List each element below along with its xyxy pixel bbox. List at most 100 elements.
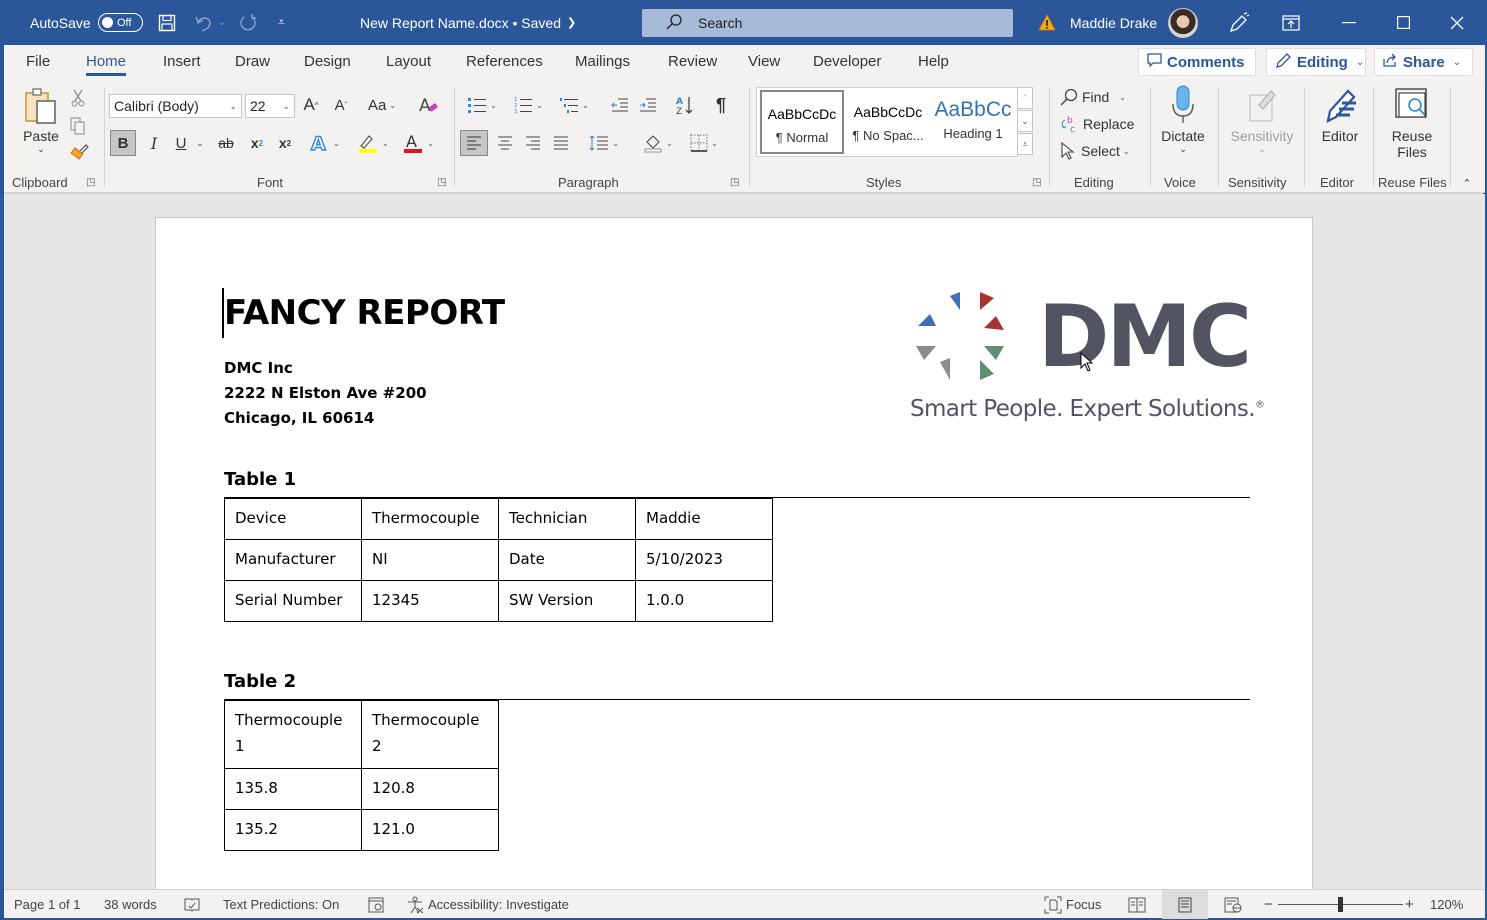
table-cell[interactable]: Manufacturer (224, 539, 362, 581)
copy-icon[interactable] (68, 115, 88, 137)
document-page[interactable]: FANCY REPORT DMC Inc 2222 N Elston Ave #… (155, 217, 1313, 889)
zoom-in-button[interactable]: + (1405, 890, 1414, 919)
table-cell[interactable]: Device (224, 498, 362, 540)
autosave-toggle[interactable]: Off (98, 0, 143, 45)
table2-title[interactable]: Table 2 (224, 671, 296, 692)
reuse-files-button[interactable]: Reuse Files (1380, 85, 1444, 160)
shading-button[interactable]: ⌄ (638, 130, 678, 156)
document-canvas[interactable]: FANCY REPORT DMC Inc 2222 N Elston Ave #… (4, 194, 1485, 889)
paragraph-launcher-icon[interactable]: ◳ (730, 177, 739, 188)
table-cell[interactable]: Thermocouple 2 (361, 700, 499, 769)
proofing-icon[interactable] (184, 890, 200, 919)
customize-qat-icon[interactable]: ⩡ (278, 0, 285, 45)
tab-draw[interactable]: Draw (235, 53, 270, 70)
style-heading-1[interactable]: AaBbCc Heading 1 (931, 90, 1015, 154)
decrease-indent-icon[interactable] (608, 93, 632, 117)
read-mode-icon[interactable] (1128, 890, 1146, 919)
page-count[interactable]: Page 1 of 1 (14, 890, 81, 919)
align-right-icon[interactable] (520, 130, 546, 156)
table2[interactable]: Thermocouple 1 Thermocouple 2 135.8 120.… (224, 700, 499, 851)
table-cell[interactable]: 1.0.0 (635, 580, 773, 622)
tab-insert[interactable]: Insert (163, 53, 201, 70)
redo-icon[interactable] (238, 0, 258, 45)
align-center-icon[interactable] (492, 130, 518, 156)
change-case-button[interactable]: Aa ⌄ (364, 93, 400, 117)
user-name[interactable]: Maddie Drake (1070, 0, 1157, 45)
warning-icon[interactable] (1038, 0, 1056, 45)
shrink-font-icon[interactable]: Aˇ (330, 93, 352, 117)
tab-references[interactable]: References (466, 53, 543, 70)
editor-button[interactable]: Editor (1312, 85, 1368, 144)
table-cell[interactable]: 120.8 (361, 768, 499, 810)
gallery-scroll-up-icon[interactable]: ⌃ (1017, 87, 1033, 109)
font-launcher-icon[interactable]: ◳ (437, 177, 446, 188)
print-layout-icon[interactable] (1162, 890, 1208, 919)
editing-mode-button[interactable]: Editing ⌄ (1266, 48, 1366, 76)
font-color-button[interactable]: A ⌄ (399, 130, 437, 156)
show-formatting-marks-button[interactable]: ¶ (710, 93, 732, 117)
style-normal[interactable]: AaBbCcDc ¶ Normal (760, 90, 844, 154)
styles-launcher-icon[interactable]: ◳ (1032, 177, 1041, 188)
table1[interactable]: Device Thermocouple Technician Maddie Ma… (224, 498, 773, 622)
search-box[interactable]: Search (642, 9, 1013, 37)
line-spacing-button[interactable]: ⌄ (584, 130, 624, 156)
bold-button[interactable]: B (110, 130, 136, 156)
style-no-spacing[interactable]: AaBbCcDc ¶ No Spac... (846, 90, 930, 154)
save-icon[interactable] (158, 0, 176, 45)
report-title[interactable]: FANCY REPORT (224, 293, 505, 333)
table-cell[interactable]: Maddie (635, 498, 773, 540)
collapse-ribbon-icon[interactable]: ⌃ (1458, 175, 1476, 191)
borders-button[interactable]: ⌄ (684, 130, 724, 156)
zoom-out-button[interactable]: − (1264, 890, 1273, 919)
comments-button[interactable]: Comments (1138, 48, 1256, 76)
close-icon[interactable] (1442, 0, 1472, 45)
text-effects-button[interactable]: A ⌄ (306, 130, 344, 156)
address-company[interactable]: DMC Inc (224, 359, 293, 377)
undo-dropdown-icon[interactable]: ⌄ (218, 0, 226, 45)
clear-formatting-icon[interactable]: A (417, 93, 441, 117)
find-button[interactable]: Find ⌄ (1060, 85, 1126, 109)
replace-button[interactable]: bc Replace (1059, 112, 1134, 136)
zoom-level[interactable]: 120% (1430, 890, 1463, 919)
italic-button[interactable]: I (142, 130, 166, 156)
avatar[interactable] (1168, 0, 1198, 45)
grow-font-icon[interactable]: A ^ (300, 93, 322, 117)
table-cell[interactable]: 135.2 (224, 809, 362, 851)
gallery-scroll-down-icon[interactable]: ⌄ (1017, 110, 1033, 132)
subscript-button[interactable]: x2 (246, 130, 268, 156)
tab-view[interactable]: View (748, 53, 780, 70)
increase-indent-icon[interactable] (636, 93, 660, 117)
gallery-more-icon[interactable]: ⩡ (1017, 133, 1033, 155)
sort-icon[interactable]: AZ (672, 93, 698, 117)
tab-layout[interactable]: Layout (386, 53, 431, 70)
table-cell[interactable]: Serial Number (224, 580, 362, 622)
share-button[interactable]: Share ⌄ (1374, 48, 1473, 76)
table-cell[interactable]: 121.0 (361, 809, 499, 851)
tab-file[interactable]: File (26, 53, 50, 70)
table-cell[interactable]: 12345 (361, 580, 499, 622)
focus-mode-button[interactable]: Focus (1044, 890, 1101, 919)
underline-button[interactable]: U (170, 130, 192, 156)
select-button[interactable]: Select ⌄ (1060, 139, 1130, 163)
table-cell[interactable]: NI (361, 539, 499, 581)
tab-review[interactable]: Review (668, 53, 717, 70)
web-layout-icon[interactable] (1224, 890, 1242, 919)
cut-icon[interactable] (68, 87, 88, 109)
table-cell[interactable]: 5/10/2023 (635, 539, 773, 581)
dictate-button[interactable]: Dictate ⌄ (1156, 85, 1210, 155)
text-predictions[interactable]: Text Predictions: On (223, 890, 339, 919)
tab-help[interactable]: Help (918, 53, 949, 70)
undo-icon[interactable] (194, 0, 214, 45)
table-cell[interactable]: SW Version (498, 580, 636, 622)
align-left-button[interactable] (460, 130, 488, 156)
macro-recording-icon[interactable] (368, 890, 384, 919)
ribbon-display-icon[interactable] (1282, 0, 1300, 45)
table-cell[interactable]: Technician (498, 498, 636, 540)
chevron-down-icon[interactable]: ⌄ (1453, 57, 1461, 68)
paste-button[interactable]: Paste ⌄ (20, 87, 62, 155)
accessibility-checker[interactable]: Accessibility: Investigate (406, 890, 569, 919)
table-cell[interactable]: Thermocouple (361, 498, 499, 540)
sensitivity-button[interactable]: Sensitivity ⌄ (1224, 85, 1300, 155)
clipboard-launcher-icon[interactable]: ◳ (86, 177, 95, 188)
tab-design[interactable]: Design (304, 53, 351, 70)
